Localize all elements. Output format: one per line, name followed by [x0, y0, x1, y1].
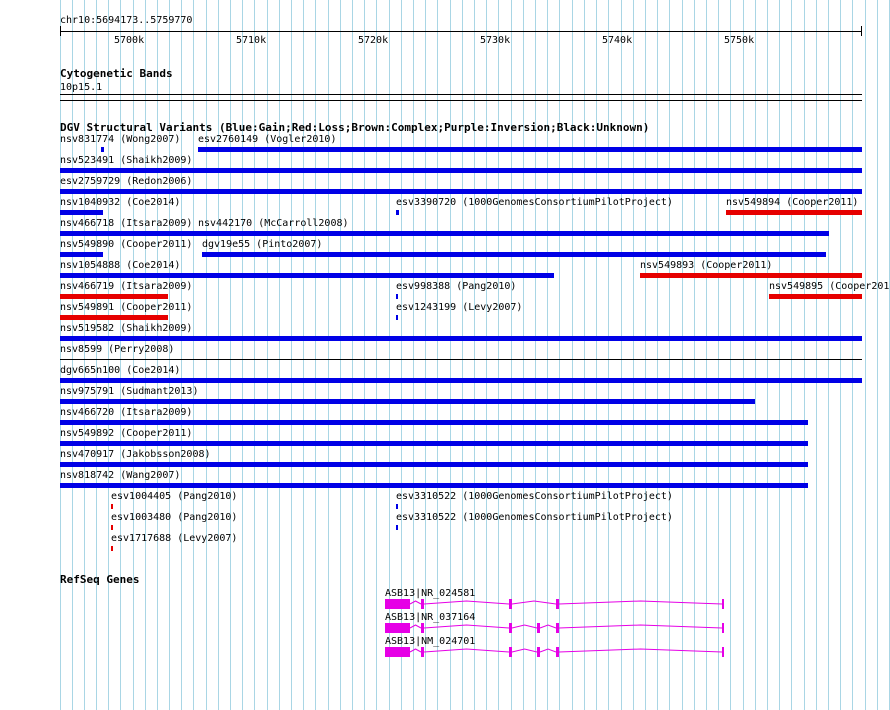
ruler-tick-label: 5730k	[480, 35, 511, 46]
dgv-variant-label[interactable]: nsv831774 (Wong2007)	[60, 134, 180, 145]
dgv-variant-bar[interactable]	[60, 462, 808, 467]
dgv-variant-bar[interactable]	[60, 168, 862, 173]
dgv-variant-label[interactable]: esv2759729 (Redon2006)	[60, 176, 192, 187]
dgv-variant-label[interactable]: nsv466720 (Itsara2009)	[60, 407, 192, 418]
dgv-variant-label[interactable]: nsv549893 (Cooper2011)	[640, 260, 772, 271]
cyto-band-line	[60, 94, 862, 95]
dgv-variant-label[interactable]: esv998388 (Pang2010)	[396, 281, 516, 292]
refseq-track-title: RefSeq Genes	[60, 573, 140, 586]
dgv-variant-bar[interactable]	[111, 546, 113, 551]
cyto-band-line	[60, 100, 862, 101]
dgv-variant-bar[interactable]	[60, 441, 808, 446]
dgv-variant-bar[interactable]	[60, 420, 808, 425]
dgv-variant-bar[interactable]	[60, 231, 203, 236]
dgv-variant-label[interactable]: nsv549892 (Cooper2011)	[60, 428, 192, 439]
dgv-variant-bar[interactable]	[198, 231, 829, 236]
dgv-variant-label[interactable]: nsv442170 (McCarroll2008)	[198, 218, 349, 229]
cyto-band-label: 10p15.1	[60, 82, 103, 93]
dgv-variant-bar[interactable]	[60, 336, 862, 341]
dgv-variant-label[interactable]: esv1717688 (Levy2007)	[111, 533, 237, 544]
dgv-variant-bar[interactable]	[640, 273, 862, 278]
ruler-tick-label: 5710k	[236, 35, 267, 46]
dgv-variant-label[interactable]: esv2760149 (Vogler2010)	[198, 134, 336, 145]
dgv-variant-bar[interactable]	[60, 399, 755, 404]
dgv-variant-label[interactable]: nsv818742 (Wang2007)	[60, 470, 180, 481]
cyto-track-title: Cytogenetic Bands	[60, 67, 173, 80]
dgv-variant-label[interactable]: nsv466718 (Itsara2009)	[60, 218, 192, 229]
dgv-variant-label[interactable]: nsv549890 (Cooper2011)	[60, 239, 192, 250]
dgv-variant-label[interactable]: esv3390720 (1000GenomesConsortiumPilotPr…	[396, 197, 673, 208]
dgv-variant-bar[interactable]	[60, 210, 103, 215]
refseq-gene-model[interactable]	[0, 598, 890, 612]
dgv-variant-label[interactable]: nsv1054888 (Coe2014)	[60, 260, 180, 271]
dgv-variant-bar[interactable]	[60, 483, 808, 488]
dgv-variant-bar[interactable]	[60, 273, 554, 278]
dgv-variant-bar[interactable]	[60, 252, 103, 257]
dgv-variant-bar[interactable]	[60, 378, 862, 383]
dgv-variant-label[interactable]: nsv549891 (Cooper2011)	[60, 302, 192, 313]
dgv-variant-label[interactable]: nsv549894 (Cooper2011)	[726, 197, 858, 208]
dgv-variant-label[interactable]: dgv665n100 (Coe2014)	[60, 365, 180, 376]
dgv-variant-bar[interactable]	[396, 525, 398, 530]
dgv-variant-label[interactable]: nsv519582 (Shaikh2009)	[60, 323, 192, 334]
dgv-variant-bar[interactable]	[111, 525, 113, 530]
dgv-variant-bar[interactable]	[202, 252, 826, 257]
dgv-variant-bar[interactable]	[726, 210, 862, 215]
ruler-tick-label: 5700k	[114, 35, 145, 46]
dgv-variant-bar[interactable]	[60, 189, 862, 194]
dgv-variant-bar[interactable]	[60, 315, 168, 320]
ruler-tick-label: 5720k	[358, 35, 389, 46]
dgv-variant-bar[interactable]	[769, 294, 862, 299]
dgv-variant-bar[interactable]	[396, 504, 398, 509]
dgv-variant-bar[interactable]	[396, 294, 398, 299]
dgv-variant-label[interactable]: esv1243199 (Levy2007)	[396, 302, 522, 313]
dgv-variant-label[interactable]: nsv8599 (Perry2008)	[60, 344, 174, 355]
dgv-variant-bar[interactable]	[198, 147, 862, 152]
refseq-gene-model[interactable]	[0, 622, 890, 636]
dgv-variant-label[interactable]: nsv549895 (Cooper2011)	[769, 281, 890, 292]
dgv-variant-label[interactable]: esv1003480 (Pang2010)	[111, 512, 237, 523]
dgv-variant-label[interactable]: nsv470917 (Jakobsson2008)	[60, 449, 211, 460]
dgv-variant-label[interactable]: esv3310522 (1000GenomesConsortiumPilotPr…	[396, 491, 673, 502]
dgv-variant-label[interactable]: esv1004405 (Pang2010)	[111, 491, 237, 502]
ruler-tick-label: 5740k	[602, 35, 633, 46]
dgv-track-title: DGV Structural Variants (Blue:Gain;Red:L…	[60, 121, 650, 134]
dgv-variant-bar[interactable]	[60, 359, 862, 360]
refseq-gene-model[interactable]	[0, 646, 890, 660]
dgv-variant-label[interactable]: nsv466719 (Itsara2009)	[60, 281, 192, 292]
ruler-tick-label: 5750k	[724, 35, 755, 46]
dgv-variant-label[interactable]: esv3310522 (1000GenomesConsortiumPilotPr…	[396, 512, 673, 523]
dgv-variant-bar[interactable]	[111, 504, 113, 509]
dgv-variant-bar[interactable]	[60, 294, 168, 299]
ruler-position: chr10:5694173..5759770	[60, 15, 193, 26]
dgv-variant-label[interactable]: nsv975791 (Sudmant2013)	[60, 386, 198, 397]
dgv-variant-bar[interactable]	[396, 315, 398, 320]
dgv-variant-label[interactable]: nsv523491 (Shaikh2009)	[60, 155, 192, 166]
dgv-variant-bar[interactable]	[396, 210, 399, 215]
dgv-variant-label[interactable]: dgv19e55 (Pinto2007)	[202, 239, 322, 250]
dgv-variant-label[interactable]: nsv1040932 (Coe2014)	[60, 197, 180, 208]
dgv-variant-bar[interactable]	[101, 147, 104, 152]
